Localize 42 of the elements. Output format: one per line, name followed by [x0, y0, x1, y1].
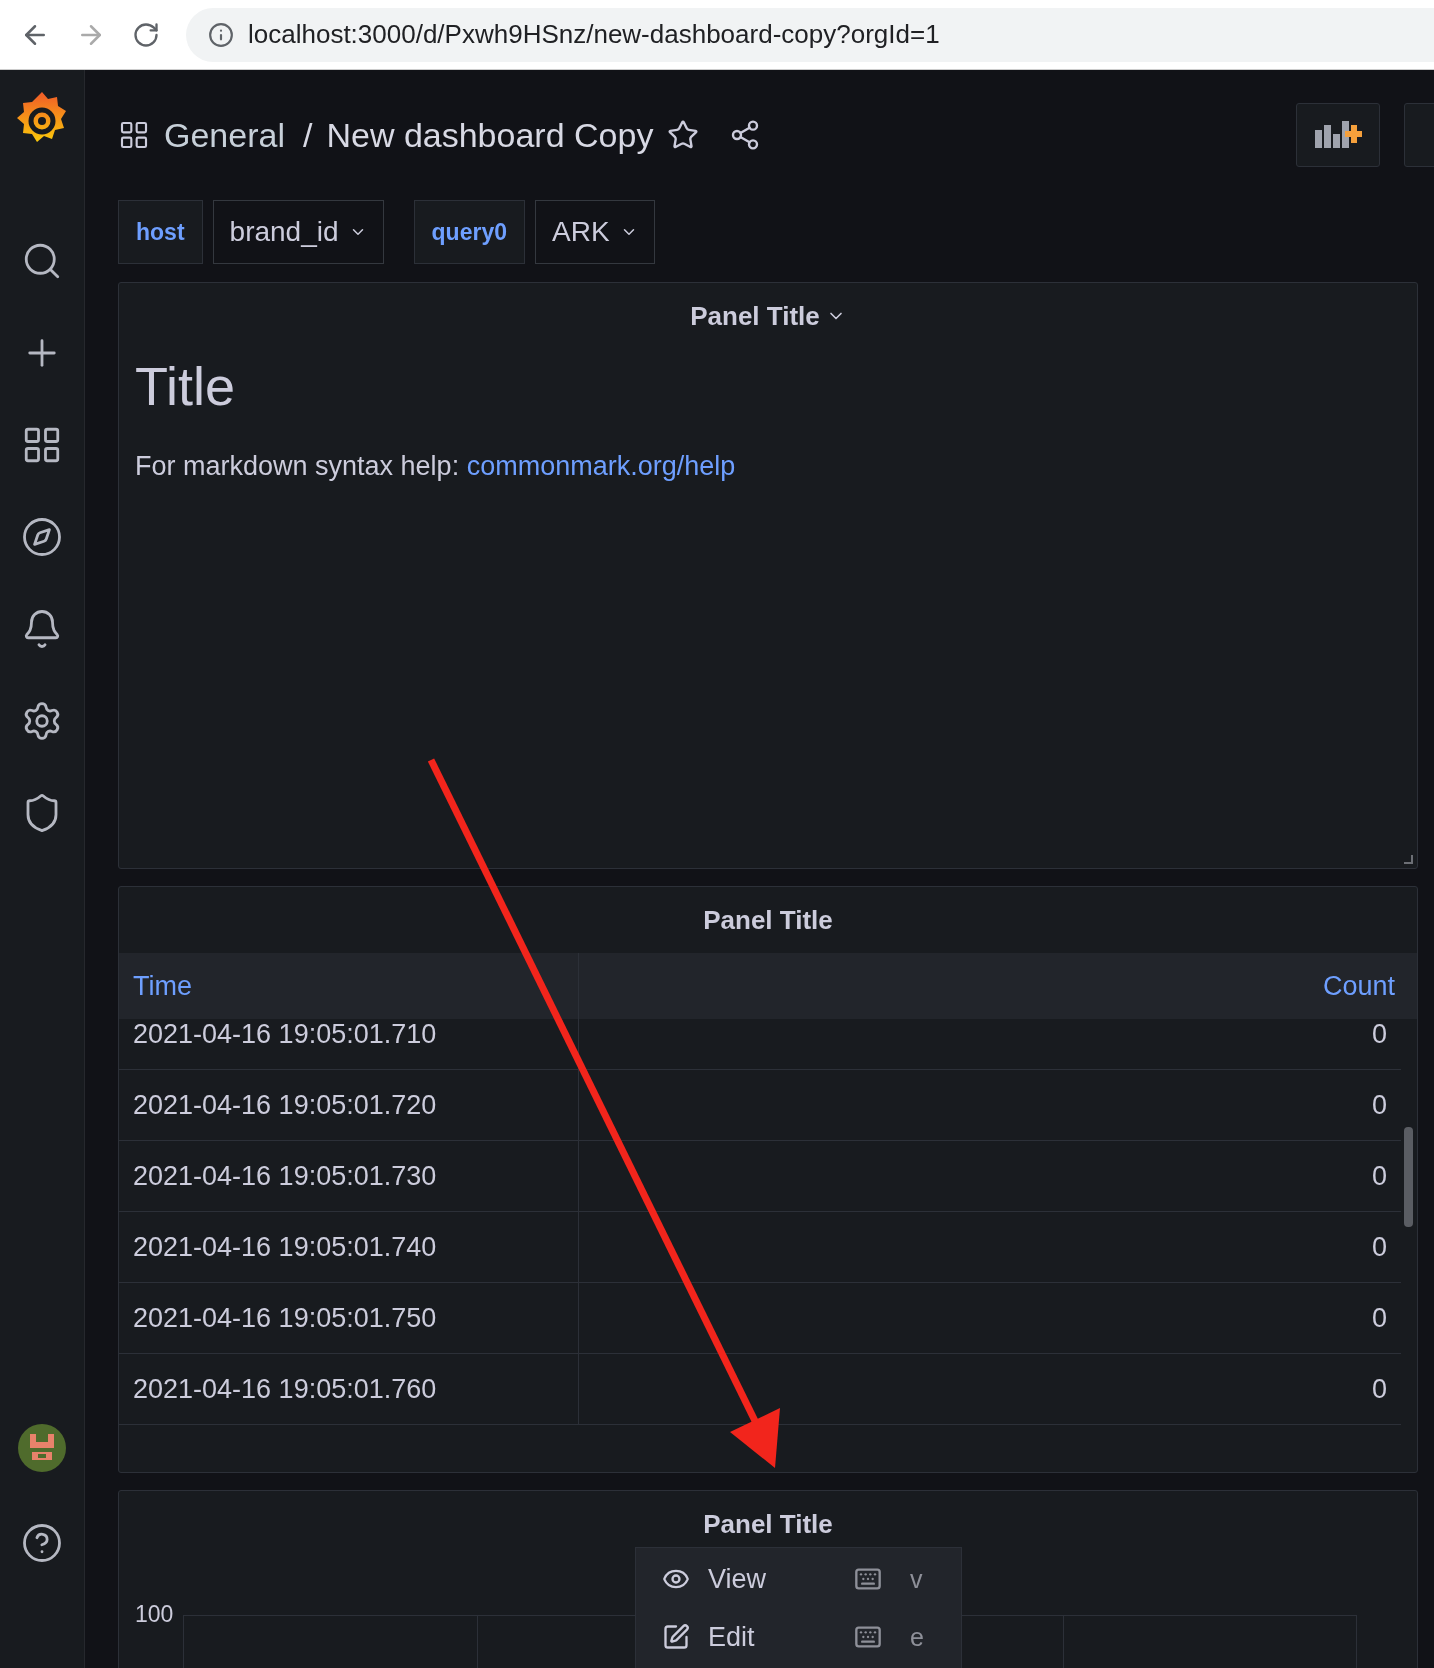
- help-link[interactable]: commonmark.org/help: [466, 451, 736, 481]
- markdown-text: For markdown syntax help: commonmark.org/help: [135, 451, 737, 482]
- markdown-heading: Title: [135, 355, 236, 417]
- resize-handle-icon[interactable]: [1403, 854, 1413, 864]
- url-text: localhost:3000/d/Pxwh9HSnz/new-dashboard-copy?orgId=1: [248, 19, 940, 50]
- variable-label: query0: [413, 200, 525, 264]
- table-cell-text: 0: [1370, 1018, 1388, 1049]
- table-cell-text: 2021-04-16 19:05:01.740: [132, 1231, 438, 1263]
- table-cell-text: 2021-04-16 19:05:01.720: [132, 1089, 438, 1121]
- table-cell-text: 0: [1370, 1160, 1388, 1191]
- folder-link[interactable]: General: [164, 115, 285, 155]
- edit-icon: [662, 1623, 690, 1651]
- table-cell-text: 0: [1370, 1231, 1388, 1262]
- scrollbar[interactable]: [1404, 1127, 1413, 1227]
- breadcrumb-separator: /: [302, 115, 313, 155]
- add-panel-icon: [1313, 120, 1363, 150]
- reload-icon[interactable]: [132, 20, 160, 49]
- compass-icon[interactable]: [21, 516, 63, 558]
- column-header[interactable]: Time: [119, 970, 206, 1002]
- avatar[interactable]: [18, 1424, 66, 1472]
- dashboard-grid-icon: [118, 119, 150, 151]
- panel-title[interactable]: Panel Title: [684, 283, 852, 349]
- table-cell-text: 2021-04-16 19:05:01.750: [132, 1302, 438, 1334]
- help-icon[interactable]: [21, 1522, 63, 1564]
- table-cell-text: 2021-04-16 19:05:01.730: [132, 1160, 438, 1192]
- table-cell-text: 0: [1370, 1089, 1388, 1120]
- variable-dropdown[interactable]: ARK: [535, 200, 655, 264]
- table-cell-text: 0: [1370, 1302, 1388, 1333]
- info-icon[interactable]: [208, 21, 234, 48]
- panel-title[interactable]: Panel Title: [697, 887, 839, 953]
- dashboard-title[interactable]: New dashboard Copy: [326, 115, 654, 155]
- column-header[interactable]: Count: [1308, 970, 1409, 1001]
- table-cell-text: 2021-04-16 19:05:01.710: [132, 1018, 438, 1050]
- table-cell-text: 0: [1370, 1373, 1388, 1404]
- table-cell-text: 2021-04-16 19:05:01.760: [132, 1373, 438, 1405]
- axis-tick-label: 100: [135, 1601, 174, 1628]
- menu-item[interactable]: Edit e: [636, 1608, 961, 1666]
- variable-label: host: [118, 200, 203, 264]
- add-panel-button[interactable]: [1296, 103, 1380, 167]
- star-icon[interactable]: [667, 119, 700, 151]
- address-bar[interactable]: localhost:3000/d/Pxwh9HSnz/new-dashboard-copy?orgId=1: [186, 7, 1434, 62]
- variable-dropdown[interactable]: brand_id: [212, 200, 384, 264]
